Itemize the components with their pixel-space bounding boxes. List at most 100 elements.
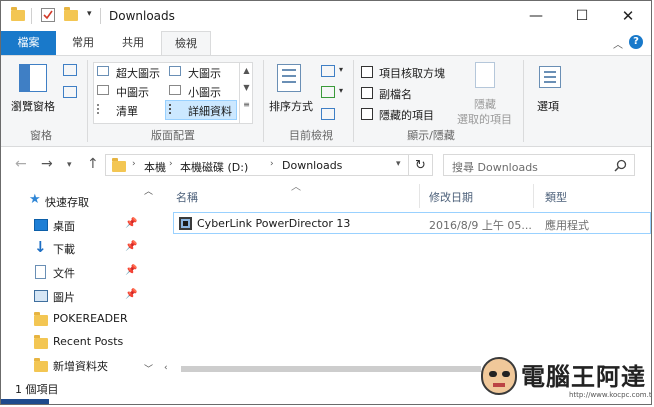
- file-extensions-label[interactable]: 副檔名: [379, 86, 412, 102]
- tab-view[interactable]: 檢視: [161, 31, 211, 56]
- details-pane-icon[interactable]: [63, 86, 77, 98]
- hidden-items-checkbox[interactable]: [361, 108, 373, 120]
- nav-item-label: Recent Posts: [53, 335, 124, 348]
- nav-item-desktop[interactable]: 桌面 📌: [1, 214, 141, 236]
- address-dropdown-icon[interactable]: ▾: [396, 159, 401, 169]
- options-button[interactable]: 選項: [537, 98, 559, 114]
- watermark-url: http://www.kocpc.com.tw: [569, 391, 652, 399]
- add-columns-dropdown-icon[interactable]: ▾: [339, 86, 343, 95]
- sort-by-button[interactable]: 排序方式: [269, 98, 313, 114]
- documents-icon: [35, 265, 46, 279]
- navigation-pane-button[interactable]: 瀏覽窗格: [11, 98, 55, 114]
- hide-selected-line2[interactable]: 選取的項目: [457, 111, 512, 127]
- explorer-window: ▾ Downloads — ☐ ✕ 檔案 常用 共用 檢視 ︿ ? 瀏覽窗格 窗…: [0, 0, 652, 405]
- new-folder-icon[interactable]: [64, 7, 78, 22]
- breadcrumb-separator-icon: ›: [132, 159, 136, 169]
- nav-item-recent-posts[interactable]: Recent Posts: [1, 331, 141, 353]
- pin-icon[interactable]: 📌: [125, 218, 137, 229]
- application-icon: [179, 217, 192, 230]
- layout-gallery-scroll[interactable]: ▲ ▼ ≡: [239, 62, 253, 124]
- nav-item-documents[interactable]: 文件 📌: [1, 261, 141, 283]
- hide-selected-line1[interactable]: 隱藏: [474, 96, 496, 112]
- breadcrumb-separator-icon: ›: [169, 159, 173, 169]
- layout-extra-large-icons[interactable]: 超大圖示: [116, 65, 160, 81]
- search-box[interactable]: 搜尋 Downloads: [443, 154, 635, 176]
- maximize-button[interactable]: ☐: [559, 1, 605, 31]
- help-icon[interactable]: ?: [629, 35, 643, 49]
- add-columns-icon[interactable]: [321, 86, 335, 98]
- star-icon: ★: [29, 192, 41, 207]
- item-checkboxes-label[interactable]: 項目核取方塊: [379, 65, 445, 81]
- column-header-name[interactable]: 名稱: [176, 189, 198, 205]
- minimize-button[interactable]: —: [513, 1, 559, 31]
- nav-item-label: 新增資料夾: [53, 360, 108, 373]
- folder-icon: [34, 358, 48, 372]
- layout-medium-icons[interactable]: 中圖示: [116, 84, 149, 100]
- details-icon: [169, 104, 181, 114]
- sort-indicator-icon: ︿: [291, 182, 301, 193]
- file-row[interactable]: CyberLink PowerDirector 13 2016/8/9 上午 0…: [173, 212, 651, 234]
- tab-home[interactable]: 常用: [61, 31, 105, 55]
- layout-list[interactable]: 清單: [116, 103, 138, 119]
- nav-item-pokereader[interactable]: POKEREADER: [1, 308, 141, 330]
- forward-arrow-icon[interactable]: →: [41, 156, 53, 172]
- scroll-left-icon[interactable]: ‹: [164, 363, 168, 373]
- breadcrumb-drive-d[interactable]: 本機磁碟 (D:): [180, 159, 248, 175]
- nav-item-new-folder[interactable]: 新增資料夾: [1, 354, 141, 376]
- scroll-down-icon[interactable]: ﹀: [144, 362, 153, 375]
- hidden-items-label[interactable]: 隱藏的項目: [379, 107, 434, 123]
- navigation-pane-icon[interactable]: [19, 64, 47, 92]
- address-bar-row: ← → ▾ ↑ › 本機 › 本機磁碟 (D:) › Downloads ▾ ↻…: [1, 148, 651, 182]
- back-arrow-icon[interactable]: ←: [15, 156, 27, 172]
- nav-pane-scrollbar[interactable]: ︿ ﹀: [141, 182, 155, 378]
- group-by-icon[interactable]: [321, 65, 335, 77]
- group-label-layout: 版面配置: [151, 129, 195, 142]
- list-icon: [97, 104, 109, 114]
- address-folder-icon: [112, 158, 126, 172]
- scroll-thumb[interactable]: [181, 366, 481, 372]
- file-extensions-checkbox[interactable]: [361, 87, 373, 99]
- recent-locations-icon[interactable]: ▾: [67, 160, 72, 170]
- breadcrumb-this-pc[interactable]: 本機: [144, 159, 166, 175]
- tab-file[interactable]: 檔案: [1, 31, 56, 55]
- refresh-button[interactable]: ↻: [409, 154, 433, 176]
- close-button[interactable]: ✕: [605, 1, 651, 31]
- pin-icon[interactable]: 📌: [125, 265, 137, 276]
- layout-large-icons[interactable]: 大圖示: [188, 65, 221, 81]
- search-icon[interactable]: [614, 159, 627, 172]
- group-label-panes: 窗格: [30, 129, 52, 142]
- nav-item-downloads[interactable]: ↓ 下載 📌: [1, 237, 141, 259]
- group-label-show-hide: 顯示/隱藏: [407, 129, 455, 142]
- customize-qat-icon[interactable]: ▾: [87, 9, 92, 19]
- address-bar[interactable]: › 本機 › 本機磁碟 (D:) › Downloads ▾: [105, 154, 409, 176]
- properties-icon[interactable]: [41, 8, 55, 22]
- pin-icon[interactable]: 📌: [125, 289, 137, 300]
- title-bar: ▾ Downloads — ☐ ✕: [1, 1, 651, 31]
- medium-icons-icon: [97, 85, 109, 95]
- pin-icon[interactable]: 📌: [125, 241, 137, 252]
- size-columns-icon[interactable]: [321, 108, 335, 120]
- nav-item-pictures[interactable]: 圖片 📌: [1, 285, 141, 307]
- preview-pane-icon[interactable]: [63, 64, 77, 76]
- search-input[interactable]: 搜尋 Downloads: [452, 159, 538, 175]
- group-by-dropdown-icon[interactable]: ▾: [339, 65, 343, 74]
- small-icons-icon: [169, 85, 181, 95]
- file-list: ︿ 名稱 修改日期 類型 CyberLink PowerDirector 13 …: [161, 182, 651, 378]
- layout-small-icons[interactable]: 小圖示: [188, 84, 221, 100]
- folder-icon: [34, 335, 48, 349]
- breadcrumb-downloads[interactable]: Downloads: [282, 159, 342, 172]
- nav-item-label: 桌面: [53, 220, 75, 233]
- collapse-ribbon-icon[interactable]: ︿: [613, 36, 623, 51]
- quick-access-item[interactable]: ★ 快速存取: [1, 190, 141, 212]
- status-item-count: 1 個項目: [15, 383, 59, 396]
- layout-details[interactable]: 詳細資料: [188, 103, 232, 119]
- column-header-type[interactable]: 類型: [545, 189, 567, 205]
- nav-item-label: 下載: [53, 243, 75, 256]
- item-checkboxes-checkbox[interactable]: [361, 66, 373, 78]
- tab-share[interactable]: 共用: [111, 31, 155, 55]
- watermark: 電腦王阿達 http://www.kocpc.com.tw: [481, 353, 651, 403]
- scroll-up-icon[interactable]: ︿: [144, 184, 153, 197]
- navigation-pane: ★ 快速存取 桌面 📌 ↓ 下載 📌 文件 📌 圖片 📌 POKEREADER: [1, 182, 156, 378]
- up-arrow-icon[interactable]: ↑: [87, 156, 99, 172]
- column-header-date[interactable]: 修改日期: [429, 189, 473, 205]
